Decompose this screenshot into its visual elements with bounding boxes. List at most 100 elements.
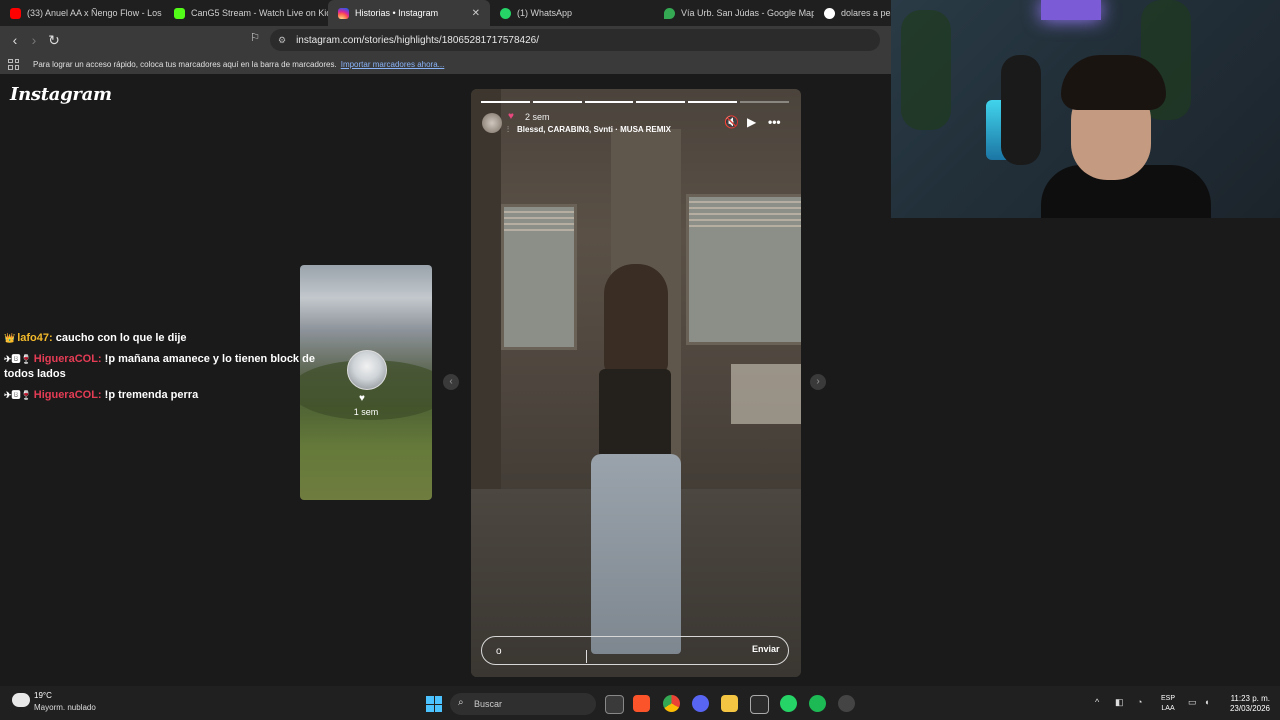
webcam-microphone [1001,55,1041,165]
import-bookmarks-link[interactable]: Importar marcadores ahora... [341,60,445,69]
language-indicator[interactable]: ESP LAA [1161,694,1175,714]
site-info-icon[interactable]: ⚙ [278,35,286,46]
tab-strip: (33) Anuel AA x Ñengo Flow - Los In CanG… [0,0,891,26]
story-image-table [731,364,801,424]
windows-start-icon[interactable] [426,696,442,712]
highlight-avatar[interactable] [347,350,387,390]
tab-label: (1) WhatsApp [517,8,573,18]
taskbar-search[interactable]: ⌕ Buscar [450,693,596,715]
webcam-overlay [891,0,1280,218]
tab-label: dolares a peso [841,8,891,18]
story-viewer[interactable] [471,89,801,677]
back-icon[interactable]: ‹ [6,31,24,49]
story-image-person [599,369,671,459]
file-explorer-icon[interactable] [721,695,738,712]
instagram-logo[interactable]: Instagram [10,84,112,105]
apps-grid-icon[interactable] [8,58,19,70]
tab-whatsapp[interactable]: (1) WhatsApp [490,0,654,26]
clock-date: 23/03/2026 [1229,704,1270,713]
search-placeholder: Buscar [474,699,503,709]
story-music[interactable]: Blessd, CARABIN3, Svnti · MUSA REMIX [517,125,671,134]
brave-icon[interactable] [633,695,650,712]
whatsapp-taskbar-icon[interactable] [780,695,797,712]
chat-username: HigueraCOL: [33,389,102,401]
chat-message: 👑 lafo47: caucho con lo que le dije [4,331,334,346]
page-background-right [891,218,1280,686]
spotify-icon[interactable] [809,695,826,712]
chat-username: lafo47: [17,332,53,344]
chat-message: ✈🅱🍷 HigueraCOL: !p tremenda perra [4,388,334,403]
next-story-arrow-icon[interactable]: › [810,374,826,390]
send-button[interactable]: Enviar [752,644,780,654]
muted-speaker-icon[interactable]: 🔇 [724,115,739,129]
prev-story-arrow-icon[interactable]: ‹ [443,374,459,390]
story-image-window [686,194,801,345]
network-icon[interactable]: ▭ [1188,697,1197,708]
crown-badge-icon: 👑 [4,333,16,343]
maps-pin-icon [664,7,675,19]
cloud-icon [12,693,30,707]
heart-icon: ♥ [359,393,365,404]
whatsapp-icon [500,7,511,19]
reply-box: Enviar [481,636,789,665]
story-progress-bar [481,101,789,103]
bookmark-icon[interactable]: ⚐ [248,31,262,47]
app-icon[interactable] [838,695,855,712]
webcam-plant [901,10,951,130]
address-bar[interactable]: ⚙ instagram.com/stories/highlights/18065… [270,29,880,51]
youtube-icon [10,7,21,19]
play-icon[interactable]: ▶ [747,115,756,129]
volume-icon[interactable]: ◖ [1204,697,1209,707]
tray-app-icon[interactable]: ◔ [1137,697,1142,707]
tab-label: Historias • Instagram [355,8,439,18]
forward-icon[interactable]: › [25,31,43,49]
tab-label: CanG5 Stream - Watch Live on Kick [191,8,328,18]
chat-text: !p tremenda perra [104,389,199,401]
store-icon[interactable] [750,695,769,714]
user-badges-icon: ✈🅱🍷 [4,354,32,364]
task-view-icon[interactable] [605,695,624,714]
tab-youtube[interactable]: (33) Anuel AA x Ñengo Flow - Los In [0,0,164,26]
discord-icon[interactable] [692,695,709,712]
tab-label: Vía Urb. San Júdas - Google Maps [681,8,814,18]
story-image-window [501,204,577,350]
tab-label: (33) Anuel AA x Ñengo Flow - Los In [27,8,164,18]
kick-icon [174,7,185,19]
language-code: ESP [1161,695,1176,702]
system-clock[interactable]: 11:23 p. m. 23/03/2026 [1224,694,1270,714]
keyboard-layout: LAA [1161,705,1175,712]
tab-google-maps[interactable]: Vía Urb. San Júdas - Google Maps [654,0,814,26]
weather-desc: Mayorm. nublado [34,703,96,712]
chat-text: caucho con lo que le dije [55,332,187,344]
instagram-icon [338,7,349,19]
reload-icon[interactable]: ↻ [45,31,63,49]
story-time: 2 sem [525,112,550,122]
clock-time: 11:23 p. m. [1230,694,1270,703]
bookmarks-bar: Para lograr un acceso rápido, coloca tus… [0,54,891,74]
weather-temp: 19°C [34,691,52,700]
more-options-icon[interactable]: ••• [768,115,781,129]
webcam-person [1061,55,1166,110]
story-image-person [591,454,681,654]
text-cursor [586,650,587,663]
close-tab-icon[interactable]: ✕ [472,8,480,19]
tab-google-search[interactable]: dolares a peso [814,0,891,26]
tab-kick[interactable]: CanG5 Stream - Watch Live on Kick [164,0,328,26]
chat-username: HigueraCOL: [33,353,102,365]
google-icon [824,7,835,19]
chat-message: ✈🅱🍷 HigueraCOL: !p mañana amanece y lo ti… [4,352,334,382]
webcam-light [1041,0,1101,20]
url-text: instagram.com/stories/highlights/1806528… [296,34,540,46]
music-bars-icon: ⫶ [507,125,509,134]
chevron-up-icon[interactable]: ^ [1095,697,1099,707]
browser-toolbar: ‹ › ↻ ⚐ ⚙ instagram.com/stories/highligh… [0,26,891,54]
story-image-person [604,264,668,374]
story-avatar[interactable] [482,113,502,133]
user-badges-icon: ✈🅱🍷 [4,390,32,400]
tray-app-icon[interactable]: ◧ [1115,697,1124,708]
search-icon: ⌕ [458,697,464,708]
reply-input[interactable] [494,643,718,660]
stream-chat-overlay: 👑 lafo47: caucho con lo que le dije ✈🅱🍷 Hi… [4,331,334,409]
tab-instagram[interactable]: Historias • Instagram ✕ [328,0,490,26]
chrome-icon[interactable] [663,695,680,712]
